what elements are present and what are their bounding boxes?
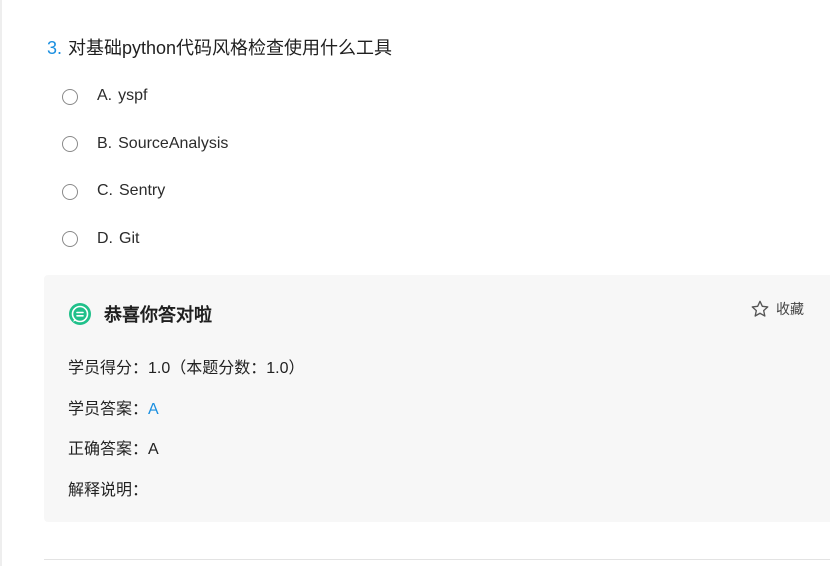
- correct-answer-value: A: [148, 441, 159, 458]
- radio-a[interactable]: [62, 88, 78, 105]
- favorite-label: 收藏: [776, 301, 804, 317]
- correct-chat-icon: [68, 302, 92, 326]
- question-number: 3.: [47, 38, 63, 58]
- explanation-row: 解释说明：: [68, 476, 148, 500]
- option-text: Sentry: [119, 182, 166, 199]
- answer-result-panel: 恭喜你答对啦 收藏 学员得分：1.0（本题分数：1.0） 学员答案：A 正确答案…: [44, 275, 830, 522]
- radio-b[interactable]: [62, 136, 78, 152]
- explanation-label: 解释说明：: [68, 482, 149, 499]
- option-text: Git: [119, 229, 140, 247]
- option-d[interactable]: D. Git: [62, 227, 228, 251]
- result-title: 恭喜你答对啦: [104, 305, 212, 325]
- correct-answer-label: 正确答案：: [68, 441, 149, 458]
- student-answer-value: A: [148, 401, 159, 418]
- score-value: 1.0（本题分数：1.0）: [148, 360, 305, 377]
- student-answer-label: 学员答案：: [68, 401, 149, 418]
- option-text: SourceAnalysis: [118, 134, 229, 152]
- left-divider: [0, 0, 2, 566]
- favorite-button[interactable]: 收藏: [750, 299, 804, 319]
- option-key: D.: [97, 229, 113, 247]
- option-key: A.: [97, 87, 113, 104]
- bottom-divider: [44, 559, 830, 560]
- option-key: B.: [97, 134, 113, 152]
- question-text: 对基础python代码风格检查使用什么工具: [68, 38, 393, 58]
- option-a[interactable]: A. yspf: [62, 84, 228, 108]
- option-text: yspf: [118, 87, 148, 104]
- option-list: A. yspf B. SourceAnalysis C. Sentry D. G…: [62, 84, 228, 274]
- result-header: 恭喜你答对啦: [68, 301, 212, 327]
- correct-answer-row: 正确答案：A: [68, 435, 159, 459]
- radio-d[interactable]: [62, 231, 78, 247]
- radio-c[interactable]: [62, 183, 78, 200]
- question-title: 3. 对基础python代码风格检查使用什么工具: [47, 36, 392, 60]
- score-label: 学员得分：: [68, 360, 149, 377]
- star-icon: [751, 300, 769, 317]
- option-b[interactable]: B. SourceAnalysis: [62, 132, 228, 156]
- option-key: C.: [97, 182, 113, 199]
- score-row: 学员得分：1.0（本题分数：1.0）: [68, 354, 305, 378]
- option-c[interactable]: C. Sentry: [62, 179, 228, 203]
- student-answer-row: 学员答案：A: [68, 395, 159, 419]
